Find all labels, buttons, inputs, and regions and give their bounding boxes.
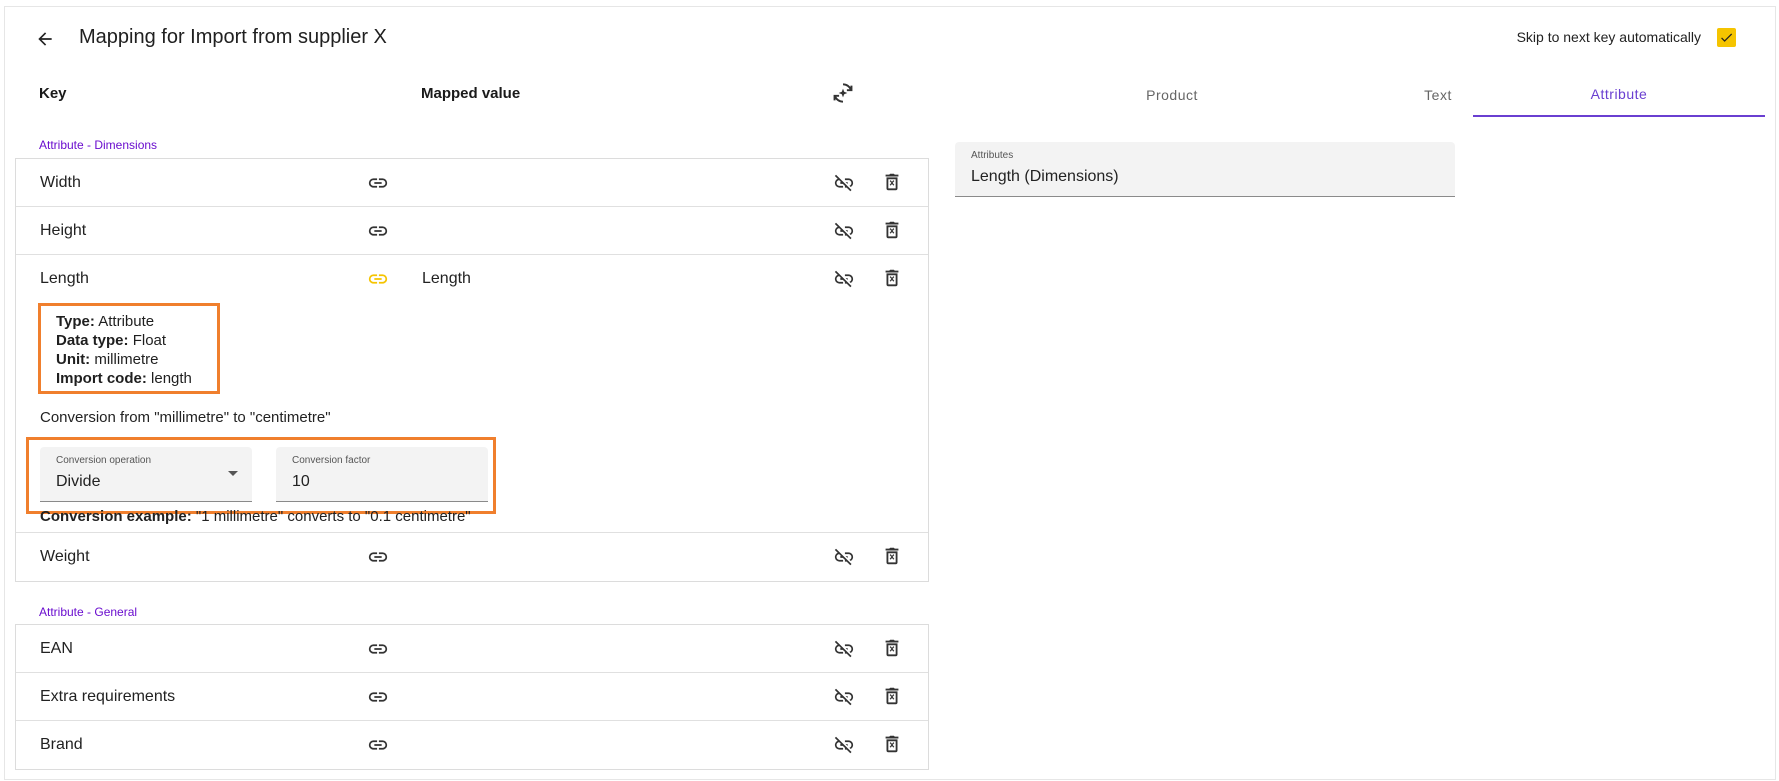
attributes-field-value: Length (Dimensions) xyxy=(971,168,1119,185)
arrow-left-icon xyxy=(38,32,52,46)
attributes-field-label: Attributes xyxy=(971,150,1014,161)
conversion-title: Conversion from "millimetre" to "centime… xyxy=(40,409,331,426)
group-card-general: EAN Extra requirements Brand xyxy=(15,624,929,770)
link-off-icon[interactable] xyxy=(833,268,855,290)
dropdown-caret-icon xyxy=(228,471,238,476)
table-row-expanded[interactable]: Length Length Type: Attribute Data type:… xyxy=(16,255,928,533)
detail-import-code: Import code: length xyxy=(56,370,192,387)
sync-sparkle-icon xyxy=(833,83,853,103)
table-row[interactable]: Weight xyxy=(16,533,928,581)
table-row[interactable]: Width xyxy=(16,159,928,207)
skip-checkbox[interactable] xyxy=(1717,28,1736,47)
tab-product[interactable]: Product xyxy=(1041,73,1303,117)
auto-map-button[interactable] xyxy=(830,80,856,106)
page-title: Mapping for Import from supplier X xyxy=(79,26,387,48)
link-off-icon[interactable] xyxy=(833,546,855,568)
delete-icon[interactable] xyxy=(881,545,903,567)
back-button[interactable] xyxy=(32,26,58,52)
group-label-general: Attribute - General xyxy=(39,605,138,619)
table-row[interactable]: EAN xyxy=(16,625,928,673)
tab-attribute[interactable]: Attribute xyxy=(1473,73,1765,117)
key-column-header: Key xyxy=(39,85,67,102)
delete-icon[interactable] xyxy=(881,637,903,659)
table-row[interactable]: Height xyxy=(16,207,928,255)
row-mapped-value: Length xyxy=(422,270,471,287)
link-icon[interactable] xyxy=(367,546,389,568)
conversion-factor-value: 10 xyxy=(292,473,310,490)
delete-icon[interactable] xyxy=(881,267,903,289)
conversion-factor-label: Conversion factor xyxy=(292,455,371,466)
check-icon xyxy=(1721,33,1733,42)
link-off-icon[interactable] xyxy=(833,220,855,242)
link-icon-linked[interactable] xyxy=(367,268,389,290)
link-icon[interactable] xyxy=(367,220,389,242)
delete-icon[interactable] xyxy=(881,171,903,193)
conversion-factor-input[interactable]: Conversion factor 10 xyxy=(276,447,488,502)
link-off-icon[interactable] xyxy=(833,638,855,660)
table-row[interactable]: Brand xyxy=(16,721,928,769)
detail-type: Type: Attribute xyxy=(56,313,155,330)
row-key: Height xyxy=(40,222,87,239)
group-label-dimensions: Attribute - Dimensions xyxy=(39,138,158,152)
link-icon[interactable] xyxy=(367,638,389,660)
link-off-icon[interactable] xyxy=(833,734,855,756)
detail-data-type: Data type: Float xyxy=(56,332,167,349)
row-key: Width xyxy=(40,174,81,191)
row-key: EAN xyxy=(40,640,73,657)
table-row[interactable]: Length Length xyxy=(16,255,928,303)
conversion-operation-value: Divide xyxy=(56,473,101,490)
skip-label: Skip to next key automatically xyxy=(1516,29,1701,45)
group-card-dimensions: Width Height Length Length Type: Attribu… xyxy=(15,158,929,582)
delete-icon[interactable] xyxy=(881,685,903,707)
link-off-icon[interactable] xyxy=(833,686,855,708)
table-row[interactable]: Extra requirements xyxy=(16,673,928,721)
link-icon[interactable] xyxy=(367,686,389,708)
link-icon[interactable] xyxy=(367,734,389,756)
attribute-details: Type: Attribute Data type: Float Unit: m… xyxy=(38,303,220,394)
delete-icon[interactable] xyxy=(881,219,903,241)
conversion-operation-select[interactable]: Conversion operation Divide xyxy=(40,447,252,502)
row-key: Brand xyxy=(40,736,83,753)
attributes-field[interactable]: Attributes Length (Dimensions) xyxy=(955,142,1455,197)
conversion-example: Conversion example: "1 millimetre" conve… xyxy=(40,508,471,525)
row-key: Weight xyxy=(40,548,90,565)
row-key: Length xyxy=(40,270,89,287)
detail-unit: Unit: millimetre xyxy=(56,351,159,368)
delete-icon[interactable] xyxy=(881,733,903,755)
mapped-value-column-header: Mapped value xyxy=(421,85,521,102)
row-key: Extra requirements xyxy=(40,688,176,705)
link-icon[interactable] xyxy=(367,172,389,194)
conversion-operation-label: Conversion operation xyxy=(56,455,152,466)
link-off-icon[interactable] xyxy=(833,172,855,194)
